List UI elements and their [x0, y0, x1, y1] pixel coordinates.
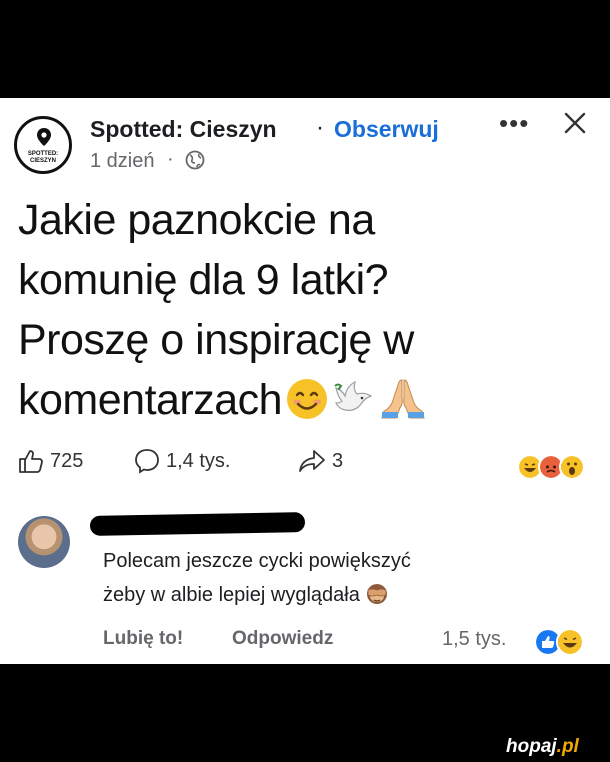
comment-line-with-emoji: żeby w albie lepiej wyglądała [103, 578, 553, 612]
site-watermark: hopaj.pl [506, 736, 579, 757]
comment-text: Polecam jeszcze cycki powiększyć żeby w … [103, 544, 553, 612]
location-pin-icon [37, 128, 51, 146]
comment-like-button[interactable]: Lubię to! [103, 628, 183, 650]
post-text-line-with-emoji: komentarzach [18, 370, 588, 430]
comment-count: 1,4 tys. [166, 449, 231, 472]
thumbs-up-icon [19, 450, 43, 473]
comment-reaction-count[interactable]: 1,5 tys. [442, 628, 506, 651]
comment-reactions[interactable] [534, 628, 584, 656]
separator-dot: · [316, 114, 324, 141]
redacted-commenter-name [89, 512, 306, 536]
commenter-avatar[interactable] [18, 516, 70, 568]
share-count: 3 [332, 449, 344, 472]
haha-reaction-icon [556, 628, 584, 656]
share-arrow-icon [299, 450, 325, 472]
folded-hands-icon [381, 379, 425, 419]
smiling-face-emoji-icon [287, 379, 328, 419]
logo-text: SPOTTED: CIESZYN [27, 151, 59, 164]
dove-icon [334, 380, 373, 411]
post-stats-bar: 725 1,4 tys. 3 [18, 448, 598, 478]
timestamp-separator: · [167, 148, 174, 170]
comment-bubble-icon [135, 449, 159, 474]
see-no-evil-monkey-icon [367, 584, 388, 604]
like-count: 725 [50, 449, 84, 472]
post-text: Jakie paznokcie na komunię dla 9 latki? … [18, 190, 588, 430]
share-action[interactable]: 3 [298, 448, 343, 474]
comment-action[interactable]: 1,4 tys. [134, 448, 230, 474]
wow-reaction-icon [559, 454, 585, 480]
post-timestamp[interactable]: 1 dzień [90, 150, 155, 173]
post-card: SPOTTED: CIESZYN Spotted: Cieszyn · Obser… [0, 98, 610, 664]
more-options-icon[interactable]: ••• [499, 108, 529, 139]
comment-line: Polecam jeszcze cycki powiększyć [103, 550, 411, 572]
post-text-line: Proszę o inspirację w [18, 316, 414, 364]
comment-reply-button[interactable]: Odpowiedz [232, 628, 333, 650]
page-avatar[interactable]: SPOTTED: CIESZYN [14, 116, 72, 174]
globe-icon [185, 150, 205, 170]
post-text-line: Jakie paznokcie na [18, 196, 375, 244]
close-icon[interactable] [564, 112, 586, 134]
reactions-summary[interactable] [517, 454, 585, 480]
post-text-line: komunię dla 9 latki? [18, 256, 389, 304]
page-name-link[interactable]: Spotted: Cieszyn [90, 116, 277, 143]
like-action[interactable]: 725 [18, 448, 83, 474]
follow-button[interactable]: Obserwuj [334, 116, 439, 143]
